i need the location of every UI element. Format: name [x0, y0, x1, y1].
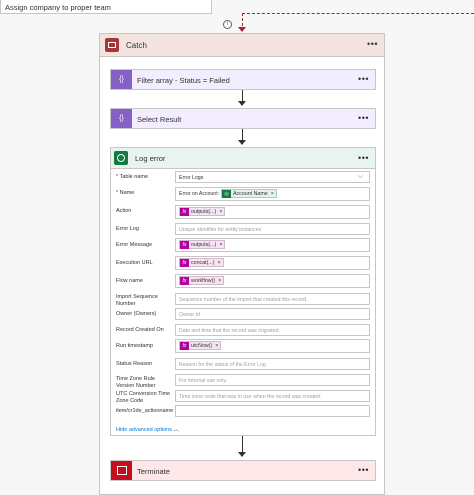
flow-name-field[interactable]: fx workflow() × — [175, 274, 370, 288]
item-actionname-input[interactable] — [175, 405, 370, 417]
fx-icon: fx — [180, 241, 189, 249]
fx-icon: fx — [180, 259, 189, 267]
remove-token-icon[interactable]: × — [218, 260, 221, 266]
action-label: Action — [116, 208, 132, 214]
info-icon[interactable]: i — [223, 20, 232, 29]
utc-conversion-label: UTC Conversion Time Zone Code — [116, 391, 171, 404]
chevron-down-icon: ⌵ — [357, 173, 363, 180]
log-error-title: Log error — [135, 154, 166, 163]
error-log-input[interactable]: Unique identifier for entity instances — [175, 223, 370, 235]
log-error-header[interactable]: Log error ••• — [111, 148, 375, 169]
flow-name-label: Flow name — [116, 278, 143, 284]
import-sequence-number-input[interactable]: Sequence number of the import that creat… — [175, 293, 370, 305]
remove-token-icon[interactable]: × — [271, 191, 274, 197]
status-reason-input[interactable]: Reason for the status of the Error Log — [175, 358, 370, 370]
remove-token-icon[interactable]: × — [219, 242, 222, 248]
fx-icon: fx — [180, 277, 189, 285]
arrow-down-icon — [238, 140, 246, 145]
select-result-title: Select Result — [137, 115, 182, 124]
terminate-icon — [111, 461, 132, 480]
catch-header[interactable]: Catch ••• — [100, 34, 384, 57]
remove-token-icon[interactable]: × — [218, 278, 221, 284]
filter-array-title: Filter array - Status = Failed — [137, 76, 230, 85]
assign-company-step[interactable]: Assign company to proper team — [0, 0, 212, 14]
arrow-down-icon — [238, 452, 246, 457]
table-name-select[interactable]: Error Logs ⌵ — [175, 171, 370, 183]
name-field[interactable]: Error on Account: ◎ Account Name × — [175, 187, 370, 201]
owner-label: Owner (Owners) — [116, 311, 157, 317]
item-actionname-label: item/cr1de_actionname — [116, 408, 174, 414]
account-name-token[interactable]: ◎ Account Name × — [221, 189, 277, 198]
select-result-more-menu-icon[interactable]: ••• — [358, 113, 369, 123]
connector-line — [242, 436, 243, 453]
expression-token[interactable]: fx outputs(...) × — [179, 207, 226, 216]
filter-array-action[interactable]: {} Filter array - Status = Failed ••• — [110, 69, 376, 90]
terminate-title: Terminate — [137, 467, 170, 476]
dataverse-icon — [114, 151, 128, 165]
utc-conversion-input[interactable]: Time zone code that was in use when the … — [175, 390, 370, 402]
status-reason-label: Status Reason — [116, 361, 153, 367]
log-error-action: Log error ••• * Table name Error Logs ⌵ … — [110, 147, 376, 436]
run-timestamp-field[interactable]: fx utcNow() × — [175, 339, 370, 353]
expression-token[interactable]: fx workflow() × — [179, 276, 225, 285]
fx-icon: fx — [180, 208, 189, 216]
run-timestamp-label: Run timestamp — [116, 343, 153, 349]
terminate-action[interactable]: Terminate ••• — [110, 460, 376, 481]
log-error-more-menu-icon[interactable]: ••• — [358, 153, 369, 163]
expression-token[interactable]: fx outputs(...) × — [179, 240, 226, 249]
catch-title: Catch — [126, 41, 147, 50]
flow-designer-canvas: Assign company to proper team i Catch ••… — [0, 0, 474, 495]
run-after-arrow-icon — [238, 27, 246, 32]
table-name-label: * Table name — [116, 174, 149, 180]
owner-input[interactable]: Owner Id — [175, 308, 370, 320]
remove-token-icon[interactable]: × — [215, 343, 218, 349]
record-created-on-label: Record Created On — [116, 327, 164, 333]
error-message-field[interactable]: fx outputs(...) × — [175, 238, 370, 252]
assign-company-label: Assign company to proper team — [5, 3, 111, 12]
filter-array-more-menu-icon[interactable]: ••• — [358, 74, 369, 84]
error-log-label: Error Log — [116, 226, 139, 232]
remove-token-icon[interactable]: × — [219, 209, 222, 215]
time-zone-rule-version-label: Time Zone Rule Version Number — [116, 376, 156, 389]
hide-advanced-options-link[interactable]: Hide advanced options ︿ — [116, 425, 179, 433]
catch-more-menu-icon[interactable]: ••• — [367, 39, 378, 49]
scope-icon — [105, 38, 119, 52]
execution-url-field[interactable]: fx concat(...) × — [175, 256, 370, 270]
record-created-on-input[interactable]: Date and time that the record was migrat… — [175, 324, 370, 336]
error-message-label: Error Message — [116, 242, 153, 248]
run-after-connector — [242, 13, 474, 14]
data-operation-icon: {} — [111, 70, 132, 89]
execution-url-label: Execution URL — [116, 260, 153, 266]
arrow-down-icon — [238, 101, 246, 106]
time-zone-rule-version-input[interactable]: For internal use only. — [175, 374, 370, 386]
action-field[interactable]: fx outputs(...) × — [175, 205, 370, 219]
dataverse-token-icon: ◎ — [222, 190, 231, 198]
import-sequence-number-label: Import Sequence Number — [116, 294, 158, 307]
expression-token[interactable]: fx utcNow() × — [179, 341, 222, 350]
name-label: * Name — [116, 190, 135, 196]
select-result-action[interactable]: {} Select Result ••• — [110, 108, 376, 129]
chevron-up-icon: ︿ — [173, 427, 180, 433]
expression-token[interactable]: fx concat(...) × — [179, 258, 224, 267]
data-operation-icon: {} — [111, 109, 132, 128]
terminate-more-menu-icon[interactable]: ••• — [358, 465, 369, 475]
fx-icon: fx — [180, 342, 189, 350]
